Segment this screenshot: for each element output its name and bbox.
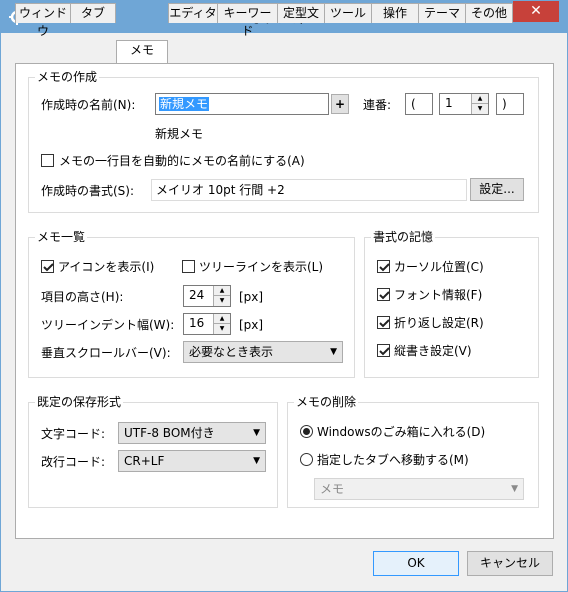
check-icon — [379, 291, 390, 300]
vertical-label[interactable]: 縦書き設定(V) — [394, 343, 472, 359]
name-preview: 新規メモ — [155, 127, 204, 141]
recycle-label[interactable]: Windowsのごみ箱に入れる(D) — [317, 424, 485, 440]
add-name-button[interactable]: + — [331, 94, 349, 114]
spin-down-icon[interactable]: ▼ — [214, 324, 230, 334]
recycle-radio[interactable] — [300, 425, 313, 438]
tab-theme[interactable]: テーマ — [418, 3, 466, 23]
ok-button[interactable]: OK — [373, 551, 459, 576]
check-icon — [379, 319, 390, 328]
chevron-down-icon: ▼ — [253, 456, 260, 466]
px-unit-label: [px] — [239, 318, 264, 332]
indent-spin-buttons: ▲ ▼ — [213, 314, 230, 334]
charset-select[interactable]: UTF-8 BOM付き ▼ — [118, 422, 266, 444]
close-button[interactable]: ✕ — [513, 1, 559, 22]
format-memory-label: 書式の記憶 — [371, 230, 436, 244]
target-tab-select[interactable]: メモ ▼ — [314, 478, 524, 500]
charset-label: 文字コード: — [41, 427, 106, 441]
name-input-value: 新規メモ — [159, 97, 210, 111]
item-height-value: 24 — [189, 288, 205, 302]
wrap-label[interactable]: 折り返し設定(R) — [394, 315, 484, 331]
move-tab-radio[interactable] — [300, 453, 313, 466]
show-icon-checkbox[interactable] — [41, 260, 54, 273]
auto-name-label[interactable]: メモの一行目を自動的にメモの名前にする(A) — [59, 153, 305, 169]
spin-up-icon[interactable]: ▲ — [472, 94, 488, 104]
memo-create-label: メモの作成 — [35, 70, 100, 84]
format-settings-button[interactable]: 設定... — [470, 178, 524, 201]
indent-spinner[interactable]: 16 ▲ ▼ — [183, 313, 231, 335]
save-format-group: 既定の保存形式 文字コード: UTF-8 BOM付き ▼ 改行コード: CR+L… — [28, 395, 278, 508]
save-format-label: 既定の保存形式 — [35, 395, 124, 409]
indent-label: ツリーインデント幅(W): — [41, 318, 175, 332]
vertical-checkbox[interactable] — [377, 344, 390, 357]
memo-create-group: メモの作成 作成時の名前(N): 新規メモ + 連番: ( 1 ▲ ▼ ) 新規… — [28, 70, 539, 213]
indent-value: 16 — [189, 316, 205, 330]
check-icon — [43, 263, 54, 272]
tab-window[interactable]: ウィンドウ — [15, 3, 71, 38]
delete-group: メモの削除 Windowsのごみ箱に入れる(D) 指定したタブへ移動する(M) … — [287, 395, 539, 508]
wrap-checkbox[interactable] — [377, 316, 390, 329]
memo-list-label: メモ一覧 — [35, 230, 88, 244]
vscroll-value: 必要なとき表示 — [189, 345, 274, 359]
chevron-down-icon: ▼ — [511, 484, 518, 494]
cursor-pos-label[interactable]: カーソル位置(C) — [394, 259, 484, 275]
tab-other[interactable]: その他 — [465, 3, 513, 23]
auto-name-checkbox[interactable] — [41, 154, 54, 167]
serial-number-spinner[interactable]: 1 ▲ ▼ — [439, 93, 489, 115]
tab-memo[interactable]: メモ — [116, 40, 168, 63]
newline-value: CR+LF — [124, 454, 165, 468]
check-icon — [379, 263, 390, 272]
tab-tool[interactable]: ツール — [324, 3, 372, 23]
cursor-pos-checkbox[interactable] — [377, 260, 390, 273]
vscroll-label: 垂直スクロールバー(V): — [41, 346, 171, 360]
tab-operation[interactable]: 操作 — [371, 3, 419, 23]
tab-keyword[interactable]: キーワード — [217, 3, 278, 38]
tab-template[interactable]: 定型文 — [277, 3, 325, 23]
vscroll-select[interactable]: 必要なとき表示 ▼ — [183, 341, 343, 363]
radio-dot — [303, 428, 310, 435]
serial-suffix-input[interactable]: ) — [496, 93, 524, 115]
tab-tab[interactable]: タブ — [70, 3, 116, 23]
memo-list-group: メモ一覧 アイコンを表示(I) ツリーラインを表示(L) 項目の高さ(H): 2… — [28, 230, 355, 378]
item-height-spin-buttons: ▲ ▼ — [213, 286, 230, 306]
show-icon-label[interactable]: アイコンを表示(I) — [58, 259, 154, 275]
spin-up-icon[interactable]: ▲ — [214, 286, 230, 296]
format-label: 作成時の書式(S): — [41, 184, 135, 198]
tab-editor[interactable]: エディタ — [168, 3, 218, 23]
check-icon — [379, 347, 390, 356]
item-height-label: 項目の高さ(H): — [41, 290, 124, 304]
charset-value: UTF-8 BOM付き — [124, 426, 215, 440]
move-tab-label[interactable]: 指定したタブへ移動する(M) — [317, 452, 469, 468]
serial-prefix-input[interactable]: ( — [405, 93, 433, 115]
font-info-checkbox[interactable] — [377, 288, 390, 301]
serial-number-value: 1 — [445, 96, 453, 110]
name-input[interactable]: 新規メモ — [155, 93, 329, 115]
newline-select[interactable]: CR+LF ▼ — [118, 450, 266, 472]
item-height-spinner[interactable]: 24 ▲ ▼ — [183, 285, 231, 307]
spin-down-icon[interactable]: ▼ — [472, 104, 488, 114]
chevron-down-icon: ▼ — [330, 347, 337, 357]
chevron-down-icon: ▼ — [253, 428, 260, 438]
spin-down-icon[interactable]: ▼ — [214, 296, 230, 306]
options-dialog: オプション ✕ ウィンドウ タブ メモ エディタ キーワード 定型文 ツール 操… — [0, 0, 568, 592]
spin-up-icon[interactable]: ▲ — [214, 314, 230, 324]
serial-spin-buttons: ▲ ▼ — [471, 94, 488, 114]
format-memory-group: 書式の記憶 カーソル位置(C) フォント情報(F) 折り返し設定(R) 縦書き設… — [364, 230, 539, 378]
name-label: 作成時の名前(N): — [41, 98, 136, 112]
delete-label: メモの削除 — [294, 395, 359, 409]
px-unit-label: [px] — [239, 290, 264, 304]
serial-label: 連番: — [363, 98, 392, 112]
font-info-label[interactable]: フォント情報(F) — [394, 287, 482, 303]
show-treeline-label[interactable]: ツリーラインを表示(L) — [199, 259, 323, 275]
cancel-button[interactable]: キャンセル — [467, 551, 553, 576]
show-treeline-checkbox[interactable] — [182, 260, 195, 273]
format-display: メイリオ 10pt 行間 +2 — [151, 179, 467, 201]
newline-label: 改行コード: — [41, 455, 106, 469]
tab-panel-memo: メモの作成 作成時の名前(N): 新規メモ + 連番: ( 1 ▲ ▼ ) 新規… — [15, 63, 554, 539]
target-tab-value: メモ — [320, 482, 345, 496]
